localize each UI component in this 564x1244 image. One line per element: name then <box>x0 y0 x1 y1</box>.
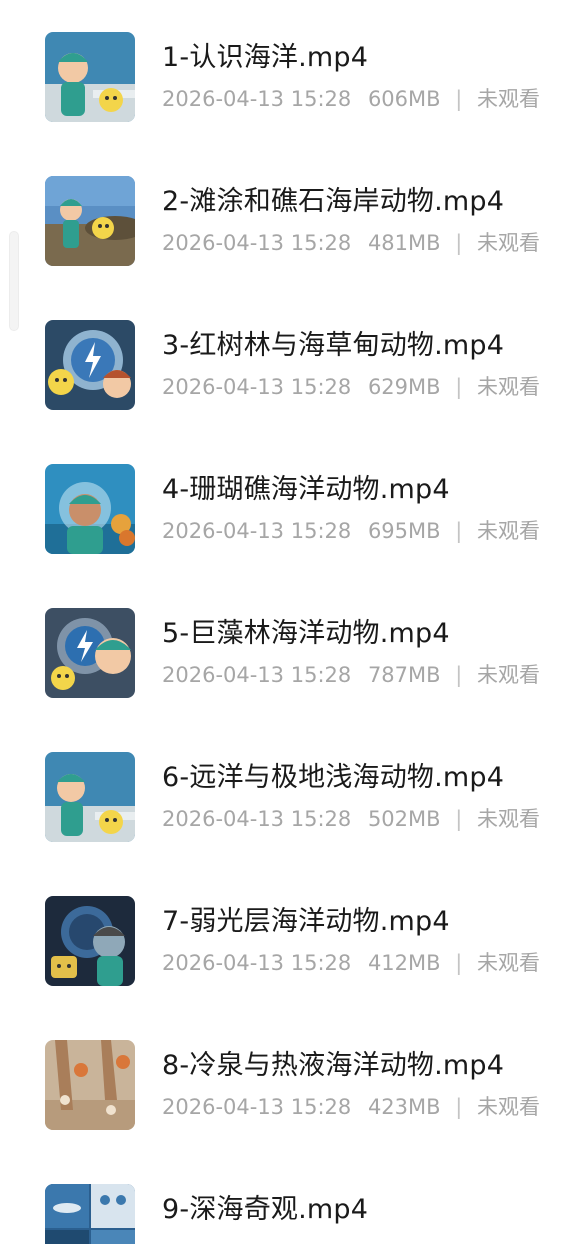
file-meta: 2026-04-13 15:28 502MB | 未观看 <box>162 805 540 833</box>
file-date: 2026-04-13 15:28 <box>162 519 352 543</box>
file-meta: 2026-04-13 15:28 423MB | 未观看 <box>162 1093 540 1121</box>
file-size: 481MB <box>367 231 441 255</box>
list-item[interactable]: 8-冷泉与热液海洋动物.mp4 2026-04-13 15:28 423MB |… <box>0 1008 564 1152</box>
file-name: 7-弱光层海洋动物.mp4 <box>162 906 450 937</box>
file-size: 695MB <box>367 519 441 543</box>
file-name: 1-认识海洋.mp4 <box>162 42 369 73</box>
video-thumbnail[interactable] <box>45 752 135 842</box>
watch-status: 未观看 <box>477 87 540 111</box>
watch-status: 未观看 <box>477 663 540 687</box>
watch-status: 未观看 <box>477 951 540 975</box>
file-meta: 2026-04-13 15:28 606MB | 未观看 <box>162 85 540 113</box>
meta-separator: | <box>455 231 463 255</box>
file-date: 2026-04-13 15:28 <box>162 87 352 111</box>
file-size: 502MB <box>367 807 441 831</box>
list-item[interactable]: 9-深海奇观.mp4 <box>0 1152 564 1244</box>
file-date: 2026-04-13 15:28 <box>162 231 352 255</box>
file-date: 2026-04-13 15:28 <box>162 951 352 975</box>
meta-separator: | <box>455 375 463 399</box>
video-thumbnail[interactable] <box>45 464 135 554</box>
list-item[interactable]: 3-红树林与海草甸动物.mp4 2026-04-13 15:28 629MB |… <box>0 288 564 432</box>
list-item[interactable]: 6-远洋与极地浅海动物.mp4 2026-04-13 15:28 502MB |… <box>0 720 564 864</box>
meta-separator: | <box>455 1095 463 1119</box>
file-meta: 2026-04-13 15:28 629MB | 未观看 <box>162 373 540 401</box>
meta-separator: | <box>455 519 463 543</box>
video-thumbnail[interactable] <box>45 32 135 122</box>
watch-status: 未观看 <box>477 375 540 399</box>
list-item[interactable]: 4-珊瑚礁海洋动物.mp4 2026-04-13 15:28 695MB | 未… <box>0 432 564 576</box>
list-item[interactable]: 7-弱光层海洋动物.mp4 2026-04-13 15:28 412MB | 未… <box>0 864 564 1008</box>
file-name: 3-红树林与海草甸动物.mp4 <box>162 330 505 361</box>
list-item[interactable]: 5-巨藻林海洋动物.mp4 2026-04-13 15:28 787MB | 未… <box>0 576 564 720</box>
file-date: 2026-04-13 15:28 <box>162 807 352 831</box>
file-meta: 2026-04-13 15:28 481MB | 未观看 <box>162 229 540 257</box>
meta-separator: | <box>455 951 463 975</box>
file-name: 4-珊瑚礁海洋动物.mp4 <box>162 474 450 505</box>
file-name: 6-远洋与极地浅海动物.mp4 <box>162 762 505 793</box>
file-size: 629MB <box>367 375 441 399</box>
watch-status: 未观看 <box>477 519 540 543</box>
file-size: 423MB <box>367 1095 441 1119</box>
video-thumbnail[interactable] <box>45 1040 135 1130</box>
file-name: 2-滩涂和礁石海岸动物.mp4 <box>162 186 505 217</box>
file-date: 2026-04-13 15:28 <box>162 663 352 687</box>
list-item[interactable]: 2-滩涂和礁石海岸动物.mp4 2026-04-13 15:28 481MB |… <box>0 144 564 288</box>
watch-status: 未观看 <box>477 807 540 831</box>
file-name: 5-巨藻林海洋动物.mp4 <box>162 618 450 649</box>
file-date: 2026-04-13 15:28 <box>162 375 352 399</box>
video-thumbnail[interactable] <box>45 176 135 266</box>
file-meta: 2026-04-13 15:28 695MB | 未观看 <box>162 517 540 545</box>
meta-separator: | <box>455 663 463 687</box>
video-thumbnail[interactable] <box>45 896 135 986</box>
watch-status: 未观看 <box>477 231 540 255</box>
file-date: 2026-04-13 15:28 <box>162 1095 352 1119</box>
list-item[interactable]: 1-认识海洋.mp4 2026-04-13 15:28 606MB | 未观看 <box>0 0 564 144</box>
file-meta: 2026-04-13 15:28 787MB | 未观看 <box>162 661 540 689</box>
file-meta: 2026-04-13 15:28 412MB | 未观看 <box>162 949 540 977</box>
watch-status: 未观看 <box>477 1095 540 1119</box>
video-thumbnail[interactable] <box>45 320 135 410</box>
file-size: 787MB <box>367 663 441 687</box>
meta-separator: | <box>455 807 463 831</box>
file-name: 9-深海奇观.mp4 <box>162 1194 369 1225</box>
file-name: 8-冷泉与热液海洋动物.mp4 <box>162 1050 505 1081</box>
file-size: 606MB <box>367 87 441 111</box>
video-thumbnail[interactable] <box>45 608 135 698</box>
file-size: 412MB <box>367 951 441 975</box>
meta-separator: | <box>455 87 463 111</box>
video-thumbnail[interactable] <box>45 1184 135 1244</box>
